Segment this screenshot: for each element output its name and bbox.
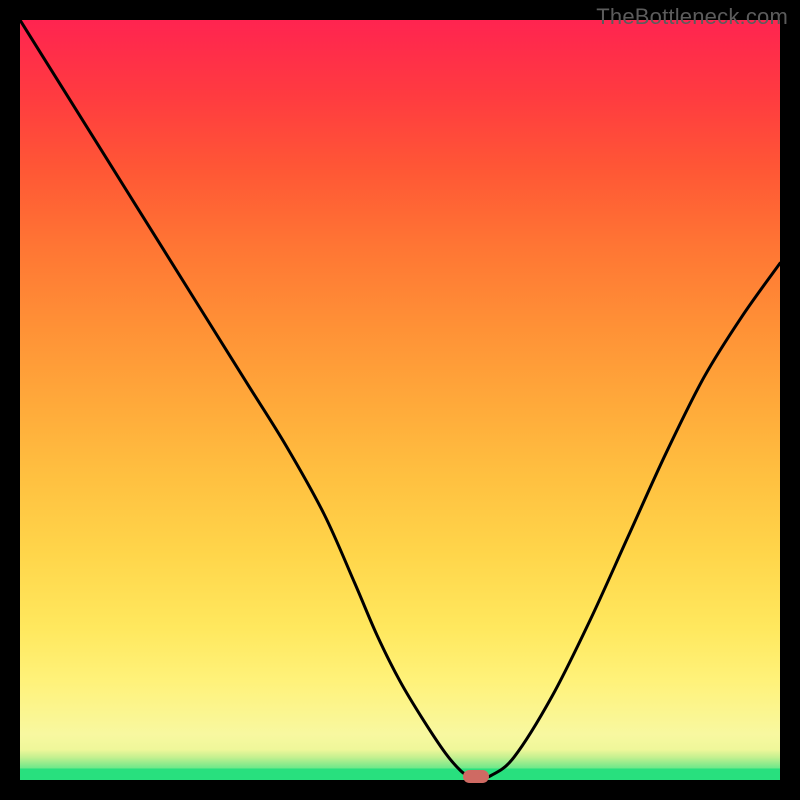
- optimal-point-marker: [463, 770, 489, 783]
- watermark-text: TheBottleneck.com: [596, 4, 788, 30]
- chart-frame: [20, 20, 780, 780]
- bottleneck-curve: [20, 20, 780, 780]
